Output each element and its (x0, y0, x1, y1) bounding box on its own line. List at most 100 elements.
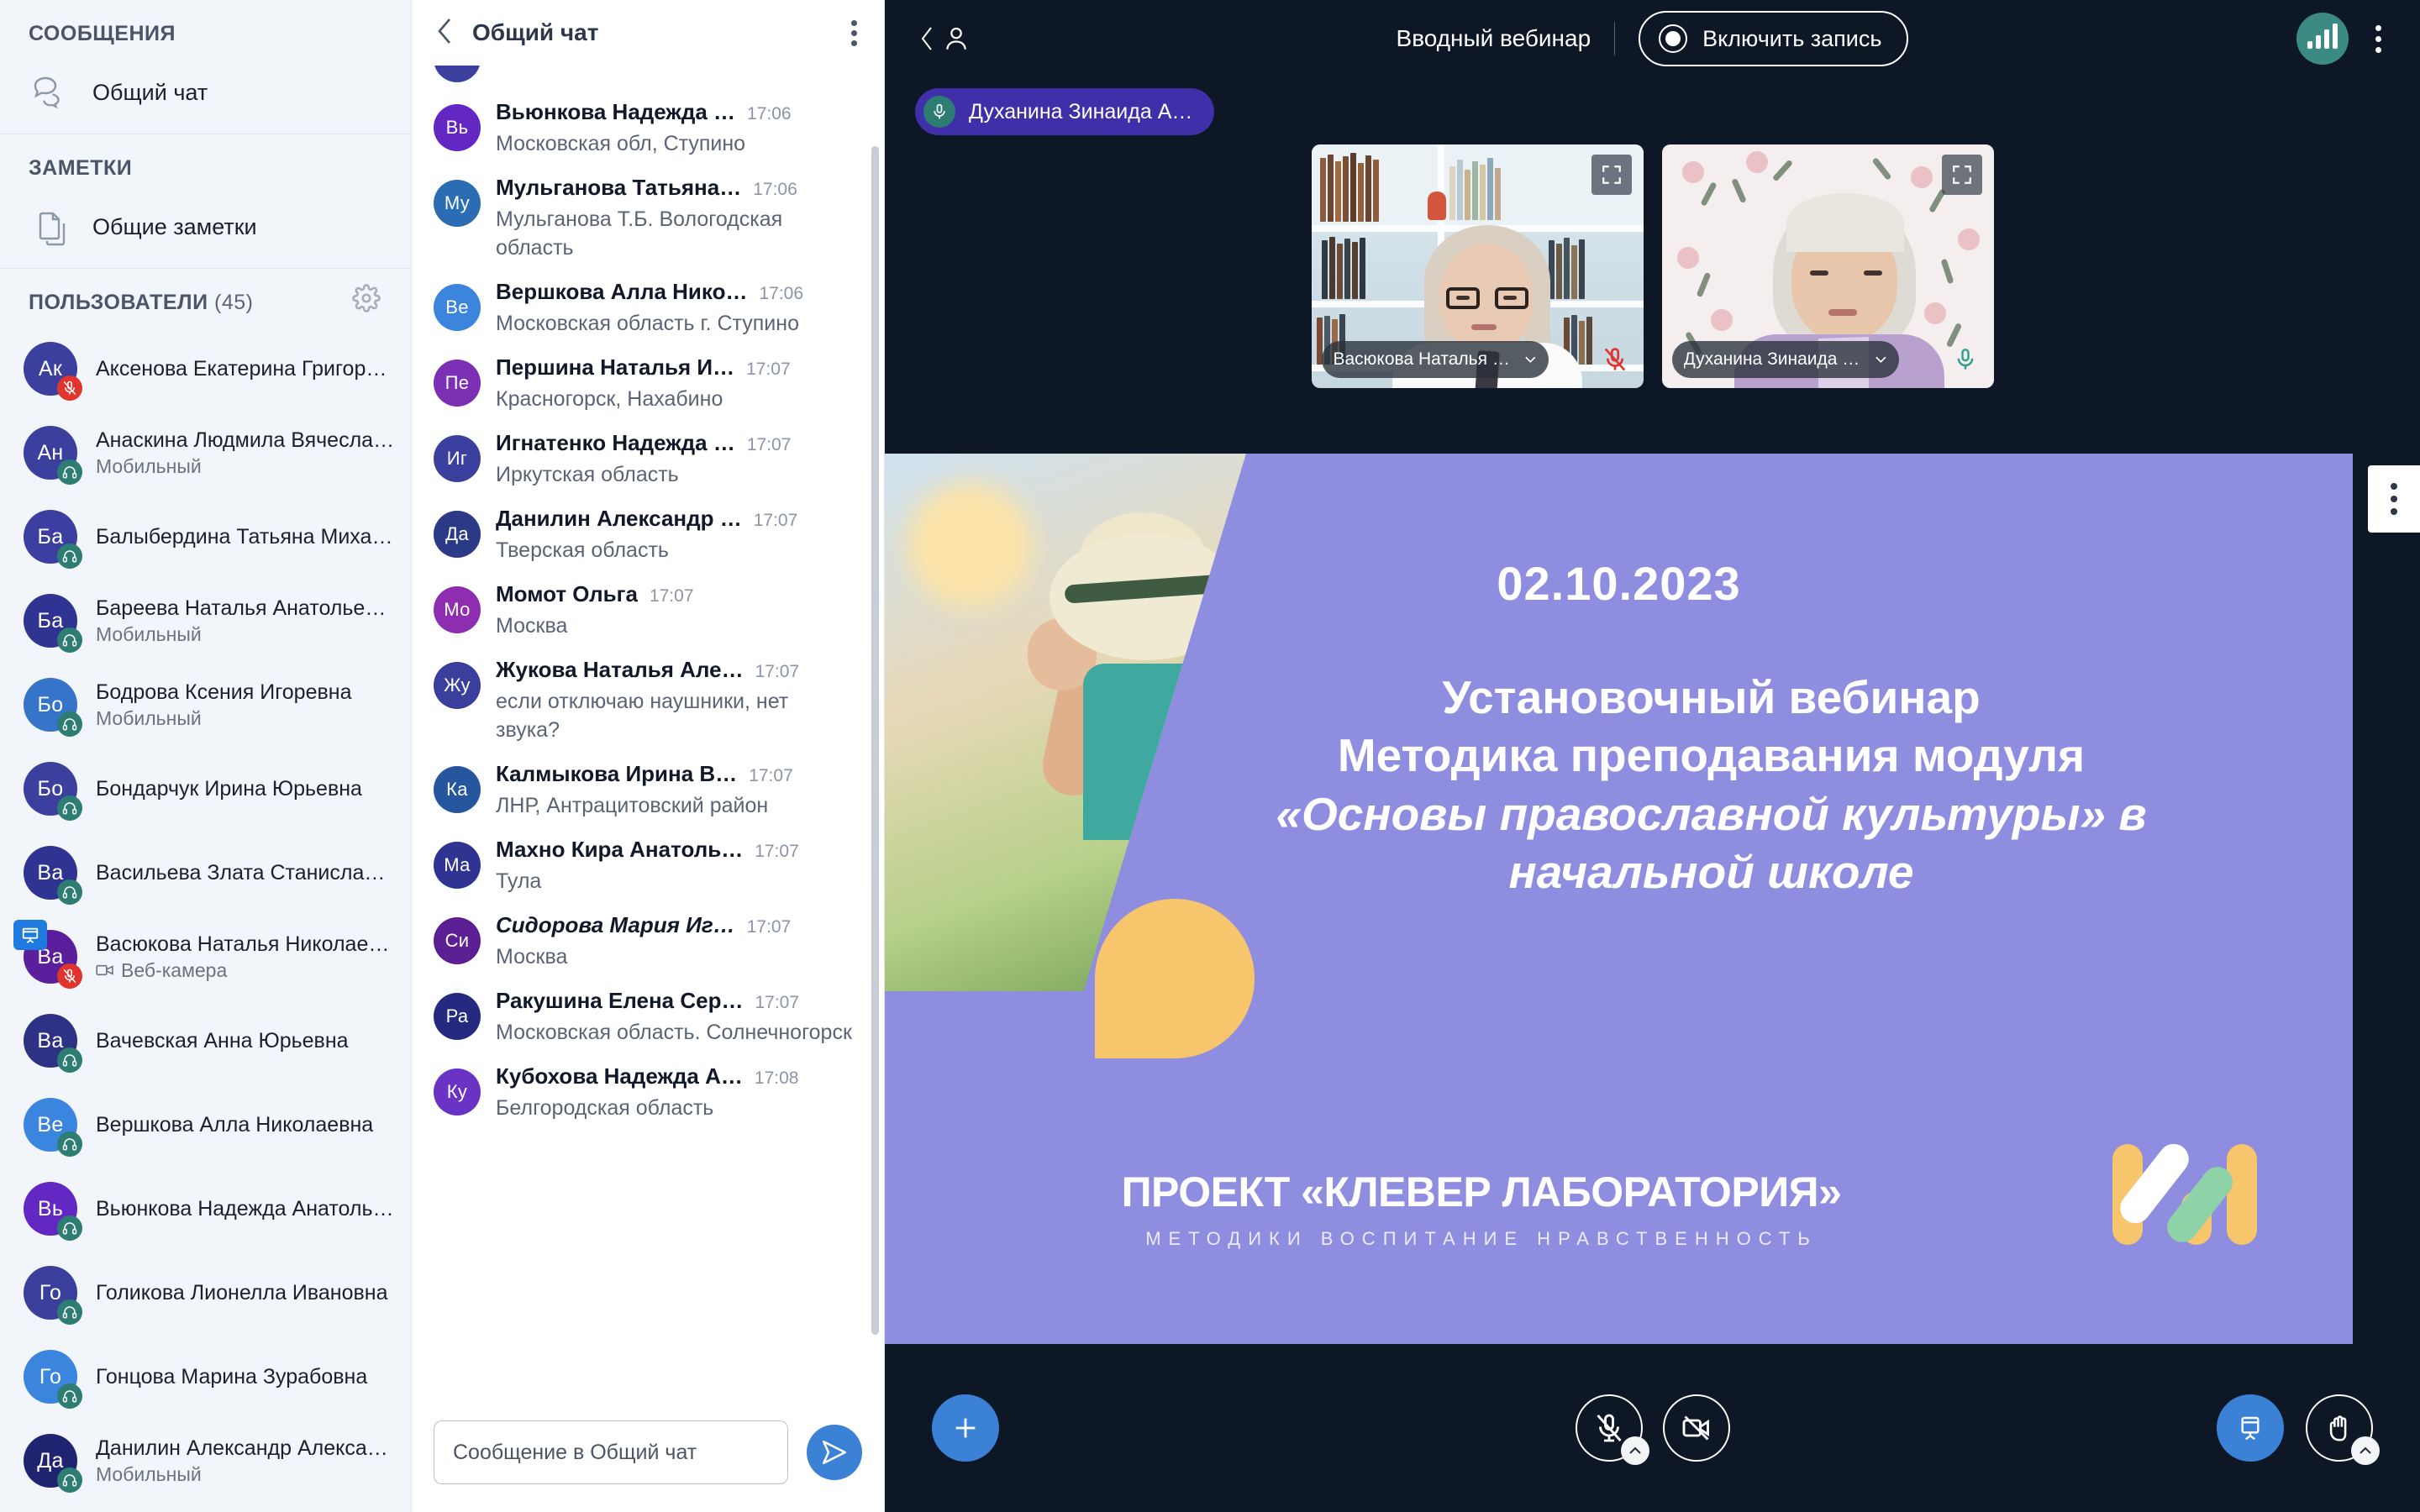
message-author: Першина Наталья И… (496, 354, 735, 380)
raise-hand-button[interactable] (2306, 1394, 2380, 1465)
microphone-options-chevron[interactable] (1620, 1436, 1649, 1465)
documents-icon (29, 205, 72, 249)
participants-back-button[interactable] (918, 24, 1019, 54)
back-icon[interactable] (435, 17, 455, 50)
meeting-more-icon[interactable] (2370, 20, 2386, 58)
avatar: Да (434, 511, 481, 558)
avatar: Вь (24, 1182, 82, 1241)
user-sub-label: Веб-камера (96, 959, 396, 982)
message-author: Вершкова Алла Нико… (496, 279, 748, 304)
message-author: Вьюнкова Надежда … (496, 99, 736, 124)
message-time: 17:07 (755, 993, 800, 1012)
avatar: Ра (434, 993, 481, 1040)
tile-name-duhanina: Духанина Зинаида Ал… (1683, 349, 1866, 369)
tile-name-chip-duhanina[interactable]: Духанина Зинаида Ал… (1671, 341, 1899, 378)
chat-message[interactable]: Иг Игнатенко Надежда … 17:07 Иркутская обла… (412, 422, 884, 497)
avatar: Пе (434, 360, 481, 407)
chat-message[interactable]: АкГород Королёв (412, 66, 884, 91)
user-list-item[interactable]: Ве Вершкова Алла Николаевна (0, 1083, 411, 1167)
chat-message[interactable]: Ма Махно Кира Анатоль… 17:07 Тула (412, 828, 884, 904)
message-time: 17:07 (746, 917, 792, 937)
user-list-item[interactable]: Ан Анаскина Людмила ВячеславовнаМобильный (0, 411, 411, 495)
chat-message-list[interactable]: АкГород Королёв Вь Вьюнкова Надежда … 17:06… (412, 66, 884, 1406)
chat-message[interactable]: Жу Жукова Наталья Але… 17:07 если отключаю … (412, 648, 884, 753)
message-author: Жукова Наталья Але… (496, 657, 744, 682)
active-speaker-name: Духанина Зинаида А… (969, 99, 1193, 123)
message-text: Москва (496, 614, 568, 638)
avatar-initials: Ра (434, 993, 481, 1040)
video-tile-duhanina[interactable]: Духанина Зинаида Ал… (1661, 144, 1994, 388)
camera-toggle-button[interactable] (1662, 1394, 1730, 1462)
user-list-item[interactable]: Ак Аксенова Екатерина Григорьевна (0, 327, 411, 411)
chat-message[interactable]: Му Мульганова Татьяна… 17:06 Мульганова Т.Б… (412, 166, 884, 270)
chat-message[interactable]: Ка Калмыкова Ирина В… 17:07 ЛНР, Антрацитов… (412, 753, 884, 828)
chat-message[interactable]: Пе Першина Наталья И… 17:07 Красногорск, На… (412, 346, 884, 422)
chat-header: Общий чат (412, 0, 884, 66)
share-screen-button[interactable] (2217, 1394, 2284, 1462)
user-list-item[interactable]: Да Данилин Александр Александро…Мобильный (0, 1419, 411, 1503)
left-sidebar: СООБЩЕНИЯ Общий чат ЗАМЕТКИ Общие заметк… (0, 0, 412, 1512)
send-message-button[interactable] (807, 1425, 862, 1480)
avatar: Да (24, 1434, 82, 1493)
message-author: Ракушина Елена Сер… (496, 988, 744, 1013)
user-list-item[interactable]: Бо Бондарчук Ирина Юрьевна (0, 747, 411, 831)
presentation-slide[interactable]: 02.10.2023 Установочный вебинар Методика… (885, 454, 2353, 1344)
user-list-item[interactable]: Вь Вьюнкова Надежда Анатольевна (0, 1167, 411, 1251)
chat-message[interactable]: Да Данилин Александр … 17:07 Тверская облас… (412, 497, 884, 573)
user-list-item[interactable]: Бо Бодрова Ксения Игоревна Мобильный (0, 663, 411, 747)
chat-message[interactable]: Ра Ракушина Елена Сер… 17:07 Московская обл… (412, 979, 884, 1055)
message-time: 17:06 (753, 180, 797, 199)
topbar-right-group (2296, 13, 2386, 65)
start-recording-button[interactable]: Включить запись (1639, 11, 1909, 66)
raise-hand-options-chevron[interactable] (2351, 1436, 2380, 1465)
user-list-item[interactable]: Ба Балыбердина Татьяна Михайлов… (0, 495, 411, 579)
message-time: 17:07 (755, 842, 799, 861)
video-tile-vasyukova[interactable]: Васюкова Наталья Ни… (1311, 144, 1644, 388)
chat-panel: Общий чат АкГород Королёв Вь Вьюнкова Наде… (412, 0, 885, 1512)
headphones-badge-icon (57, 627, 82, 653)
avatar: Мо (434, 586, 481, 633)
avatar: Бо (24, 678, 82, 737)
headphones-badge-icon (57, 879, 82, 905)
chat-scrollbar[interactable] (871, 146, 879, 1335)
chat-message[interactable]: Вь Вьюнкова Надежда … 17:06 Московская обл,… (412, 91, 884, 166)
topbar-separator (1614, 22, 1616, 55)
user-name: Вачевская Анна Юрьевна (96, 1028, 349, 1053)
chat-message-input[interactable] (434, 1420, 788, 1484)
tile-name-chip-vasyukova[interactable]: Васюкова Наталья Ни… (1321, 341, 1549, 378)
chat-message[interactable]: Си Сидорова Мария Иг… 17:07 Москва (412, 904, 884, 979)
sidebar-item-label-general-chat: Общий чат (92, 79, 208, 105)
message-text: Москва (496, 945, 568, 969)
expand-icon-duhanina[interactable] (1941, 155, 1982, 195)
message-text: Белгородская область (496, 1096, 714, 1120)
user-sub-label: Мобильный (96, 623, 396, 646)
chat-message[interactable]: Мо Момот Ольга 17:07 Москва (412, 573, 884, 648)
slide-date: 02.10.2023 (1497, 557, 1741, 610)
user-list-item[interactable]: Ва Васюкова Наталья Николаевна Веб-камера (0, 915, 411, 999)
user-sub-label: Мобильный (96, 707, 396, 730)
headphones-badge-icon (57, 1215, 82, 1241)
chat-message[interactable]: Ку Кубохова Надежда А… 17:08 Белгородская о… (412, 1055, 884, 1131)
microphone-toggle-button[interactable] (1575, 1394, 1649, 1465)
user-list-item[interactable]: Го Гонцова Марина Зурабовна (0, 1335, 411, 1419)
user-list-item[interactable]: Го Голикова Лионелла Ивановна (0, 1251, 411, 1335)
avatar-initials: Си (434, 917, 481, 964)
message-time: 17:07 (649, 586, 694, 606)
slide-more-icon[interactable] (2368, 465, 2420, 533)
gear-icon[interactable] (352, 283, 381, 312)
user-name: Вьюнкова Надежда Анатольевна (96, 1196, 396, 1221)
sidebar-item-general-chat[interactable]: Общий чат (0, 58, 411, 127)
slide-title-line1: Установочный вебинар (1442, 671, 1981, 723)
user-list-item[interactable]: Ва Васильева Злата Станиславовна (0, 831, 411, 915)
record-button-label: Включить запись (1702, 25, 1882, 51)
user-list-item[interactable]: Ва Вачевская Анна Юрьевна (0, 999, 411, 1083)
avatar: Ве (24, 1098, 82, 1157)
avatar: Ку (434, 1068, 481, 1116)
connection-quality-icon[interactable] (2296, 13, 2349, 65)
user-list-item[interactable]: Ба Бареева Наталья Анатольевна Мобильный (0, 579, 411, 663)
expand-icon-vasyukova[interactable] (1591, 155, 1632, 195)
sidebar-item-general-notes[interactable]: Общие заметки (0, 192, 411, 261)
users-section-header-row: ПОЛЬЗОВАТЕЛИ (45) (0, 269, 411, 327)
chat-more-icon[interactable] (846, 15, 862, 51)
chat-message[interactable]: Ве Вершкова Алла Нико… 17:06 Московская обл… (412, 270, 884, 346)
